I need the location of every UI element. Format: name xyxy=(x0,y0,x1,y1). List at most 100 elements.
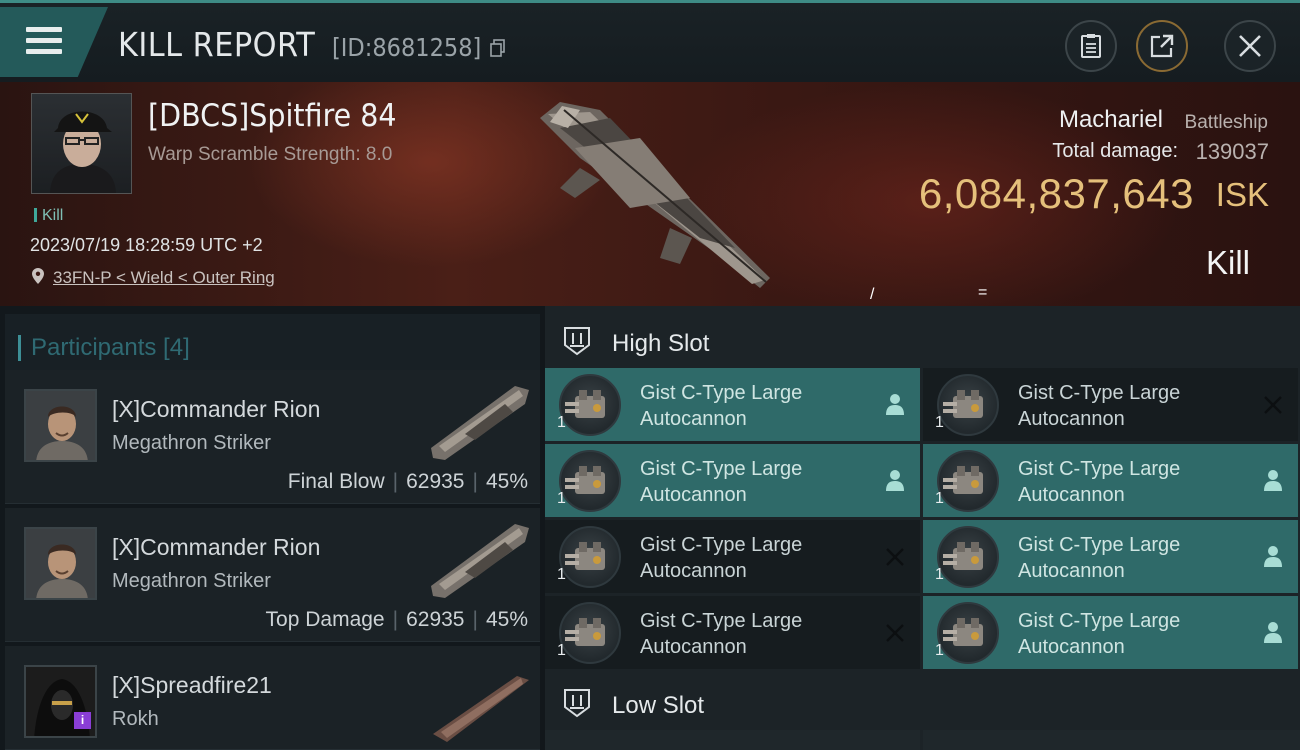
participant-damage: 62935 xyxy=(406,608,465,631)
participant-damage: 62935 xyxy=(406,470,465,493)
module-name: Gist C-Type Large Autocannon xyxy=(640,380,860,432)
low-slot-title: Low Slot xyxy=(612,692,705,719)
participant-name[interactable]: [X]Commander Rion xyxy=(112,396,320,423)
page-title: KILL REPORT xyxy=(118,25,316,64)
low-slot-module[interactable] xyxy=(923,730,1300,750)
module-name-line2: Autocannon xyxy=(1018,408,1125,430)
low-slot-header: Low Slot xyxy=(545,672,1300,730)
ship-class: Battleship xyxy=(1184,112,1268,133)
warp-scramble-strength: Warp Scramble Strength: 8.0 xyxy=(148,144,393,165)
autocannon-icon xyxy=(559,374,621,436)
module-name: Gist C-Type Large Autocannon xyxy=(1018,380,1238,432)
participant-ship: Megathron Striker xyxy=(112,432,271,454)
share-icon xyxy=(1150,34,1174,58)
participant-name[interactable]: [X]Commander Rion xyxy=(112,534,320,561)
module-name-line2: Autocannon xyxy=(640,636,747,658)
total-damage-label: Total damage: xyxy=(1052,140,1178,162)
fitting-panel[interactable]: High Slot 1 Gist C-Type Large Autocannon 1 G… xyxy=(545,306,1300,750)
report-id: [ID:8681258] xyxy=(332,33,482,62)
module-card[interactable]: 1 Gist C-Type Large Autocannon xyxy=(923,368,1298,441)
participant-ship: Megathron Striker xyxy=(112,570,271,592)
module-card[interactable]: 1 Gist C-Type Large Autocannon xyxy=(545,444,920,517)
victim-avatar[interactable] xyxy=(31,93,132,194)
pilot-portrait-icon xyxy=(50,111,116,193)
x-icon xyxy=(1264,396,1282,414)
high-slot-header: High Slot xyxy=(545,310,1300,368)
share-button[interactable] xyxy=(1136,20,1188,72)
total-damage-value: 139037 xyxy=(1195,139,1269,164)
separator: | xyxy=(392,608,399,631)
low-slot-module[interactable] xyxy=(545,730,920,750)
module-name-line2: Autocannon xyxy=(1018,560,1125,582)
autocannon-icon xyxy=(937,526,999,588)
participant-stats: Final Blow | 62935 | 45% xyxy=(288,470,528,494)
autocannon-icon xyxy=(559,450,621,512)
kill-type-tag: Kill xyxy=(34,207,63,225)
participants-panel[interactable]: Participants [4] [X]Commander Rion Megat… xyxy=(0,306,540,750)
high-slot-title: High Slot xyxy=(612,330,710,357)
module-quantity: 1 xyxy=(557,490,566,507)
stray-mark: = xyxy=(978,284,988,301)
module-name-line1: Gist C-Type Large xyxy=(640,382,803,404)
participant-card[interactable]: i [X]Spreadfire21 Rokh xyxy=(5,646,540,750)
isk-unit: ISK xyxy=(1215,176,1269,213)
participant-ship-image xyxy=(431,386,529,460)
person-icon xyxy=(1264,470,1282,491)
participant-name[interactable]: [X]Spreadfire21 xyxy=(112,672,272,699)
close-icon xyxy=(1239,35,1261,57)
separator: | xyxy=(392,470,399,493)
copy-icon[interactable] xyxy=(490,39,506,57)
person-icon xyxy=(1264,622,1282,643)
module-quantity: 1 xyxy=(935,490,944,507)
person-icon xyxy=(886,394,904,415)
module-name-line2: Autocannon xyxy=(1018,484,1125,506)
module-name-line1: Gist C-Type Large xyxy=(640,458,803,480)
participant-avatar[interactable] xyxy=(24,389,97,462)
module-quantity: 1 xyxy=(557,566,566,583)
pilot-portrait-icon xyxy=(26,391,95,460)
module-card[interactable]: 1 Gist C-Type Large Autocannon xyxy=(545,368,920,441)
victim-ship-image xyxy=(540,102,770,288)
module-card[interactable]: 1 Gist C-Type Large Autocannon xyxy=(923,444,1298,517)
participant-card[interactable]: [X]Commander Rion Megathron Striker Fina… xyxy=(5,370,540,504)
module-card[interactable]: 1 Gist C-Type Large Autocannon xyxy=(923,596,1298,669)
clipboard-button[interactable] xyxy=(1065,20,1117,72)
participant-role: Final Blow xyxy=(287,470,385,493)
ship-name[interactable]: Machariel xyxy=(1059,106,1163,134)
isk-value: 6,084,837,643 xyxy=(918,170,1194,217)
person-icon xyxy=(886,470,904,491)
module-name: Gist C-Type Large Autocannon xyxy=(1018,456,1238,508)
participant-ship: Rokh xyxy=(112,708,159,730)
victim-name[interactable]: [DBCS]Spitfire 84 xyxy=(148,98,397,134)
close-button[interactable] xyxy=(1224,20,1276,72)
x-icon xyxy=(886,624,904,642)
result-label: Kill xyxy=(1205,244,1250,281)
module-quantity: 1 xyxy=(557,642,566,659)
module-card[interactable]: 1 Gist C-Type Large Autocannon xyxy=(545,596,920,669)
module-name: Gist C-Type Large Autocannon xyxy=(1018,608,1238,660)
participant-card[interactable]: [X]Commander Rion Megathron Striker Top … xyxy=(5,508,540,642)
module-name-line1: Gist C-Type Large xyxy=(1018,458,1181,480)
person-icon xyxy=(1264,546,1282,567)
module-card[interactable]: 1 Gist C-Type Large Autocannon xyxy=(923,520,1298,593)
module-name: Gist C-Type Large Autocannon xyxy=(640,456,860,508)
module-quantity: 1 xyxy=(935,566,944,583)
module-name-line1: Gist C-Type Large xyxy=(640,534,803,556)
module-card[interactable]: 1 Gist C-Type Large Autocannon xyxy=(545,520,920,593)
autocannon-icon xyxy=(937,602,999,664)
location-link[interactable]: 33FN-P < Wield < Outer Ring xyxy=(53,268,275,288)
info-badge-icon: i xyxy=(74,712,91,729)
kill-timestamp: 2023/07/19 18:28:59 UTC +2 xyxy=(30,235,263,255)
title-bar: KILL REPORT [ID:8681258] xyxy=(0,0,1300,82)
low-slot-icon xyxy=(564,689,590,718)
hamburger-menu-icon xyxy=(26,27,62,32)
clipboard-icon xyxy=(1081,34,1101,58)
participant-stats: Top Damage | 62935 | 45% xyxy=(266,608,528,632)
location-pin-icon xyxy=(32,268,44,284)
module-name-line2: Autocannon xyxy=(640,484,747,506)
module-name-line1: Gist C-Type Large xyxy=(1018,610,1181,632)
participant-avatar[interactable] xyxy=(24,527,97,600)
x-icon xyxy=(886,548,904,566)
menu-button[interactable] xyxy=(0,7,108,77)
module-quantity: 1 xyxy=(935,414,944,431)
